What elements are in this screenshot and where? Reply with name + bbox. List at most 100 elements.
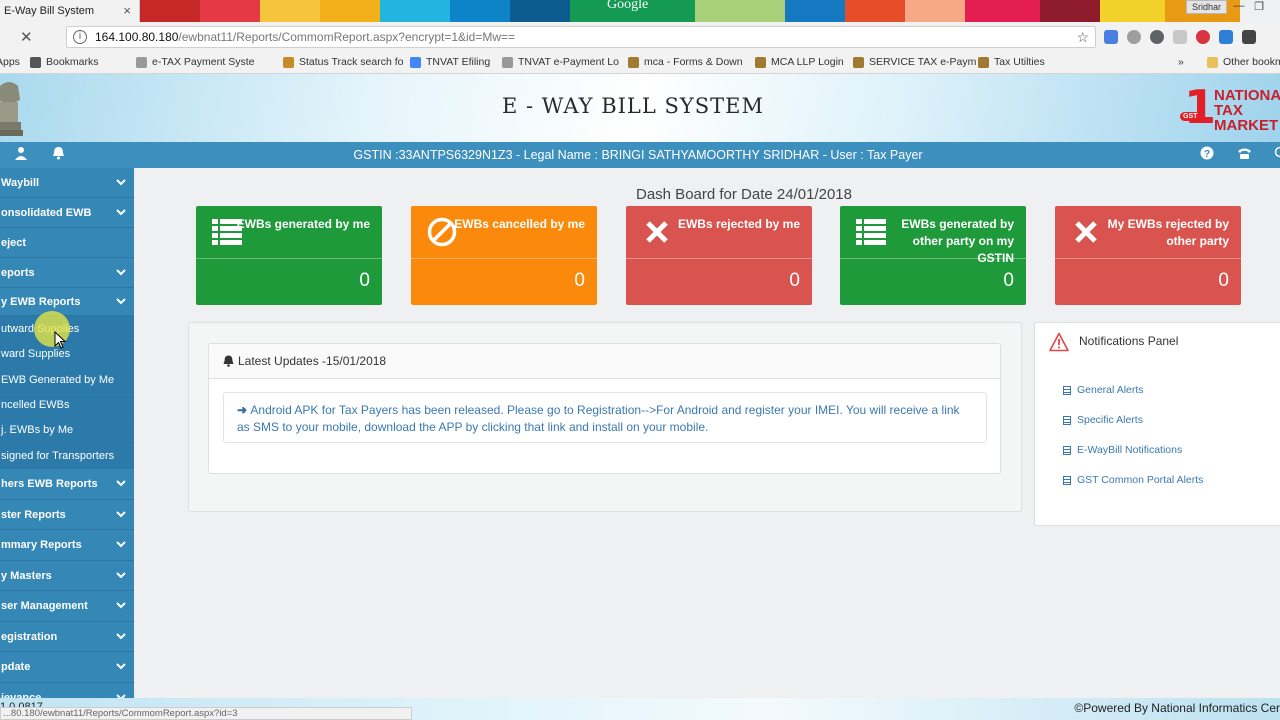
brand-word-3: MARKET <box>1214 117 1279 134</box>
bookmark-item[interactable]: Apps <box>0 56 20 68</box>
sidebar-item[interactable]: EWB Generated by Me <box>0 367 134 393</box>
emblem-icon <box>628 56 639 68</box>
bookmark-item[interactable]: TNVAT e-Payment Lo <box>502 56 619 68</box>
update-item[interactable]: ➜ Android APK for Tax Payers has been re… <box>223 392 987 443</box>
star-icon <box>30 56 41 68</box>
sidebar-item[interactable]: ster Reports <box>0 500 134 530</box>
summary-card[interactable]: My EWBs rejected by other party 0 <box>1055 206 1241 305</box>
bookmark-label: SERVICE TAX e-Paym <box>869 56 977 68</box>
chevron-down-icon <box>116 571 126 581</box>
phone-icon[interactable] <box>1237 146 1252 163</box>
brand-gst-badge: GST <box>1180 112 1201 121</box>
summary-card[interactable]: EWBs rejected by me 0 <box>626 206 812 305</box>
extension-icons <box>1104 30 1256 44</box>
system-title: E - WAY BILL SYSTEM <box>502 94 764 118</box>
site-info-icon[interactable]: i <box>73 30 87 44</box>
bookmark-item[interactable]: e-TAX Payment Syste <box>136 56 255 68</box>
card-count: 0 <box>359 270 370 291</box>
sidebar-item[interactable]: Waybill <box>0 168 134 198</box>
sidebar-item[interactable]: ser Management <box>0 591 134 622</box>
mouse-pointer-icon <box>54 330 67 349</box>
card-label: EWBs rejected by me <box>677 217 800 231</box>
bookmark-item[interactable]: Tax Utilties <box>978 56 1045 68</box>
bookmarks-bar: Apps Bookmarks e-TAX Payment Syste Status T… <box>0 52 1280 74</box>
chevron-down-icon <box>116 632 126 642</box>
list-doc-icon <box>1063 415 1071 425</box>
notification-link[interactable]: E-WayBill Notifications <box>1063 444 1182 456</box>
sidebar-item-label: signed for Transporters <box>1 449 115 462</box>
user-info-bar: GSTIN :33ANTPS6329N1Z3 - Legal Name : BR… <box>0 142 1280 168</box>
active-browser-tab[interactable]: E-Way Bill System × <box>0 0 140 22</box>
sidebar-item[interactable]: y Masters <box>0 561 134 591</box>
chevron-down-icon <box>116 601 126 611</box>
google-logo: Google <box>607 0 649 12</box>
latest-updates-title: Latest Updates -15/01/2018 <box>238 354 387 368</box>
help-icon[interactable]: ? <box>1200 146 1214 163</box>
card-label: EWBs generated by me <box>236 217 370 231</box>
summary-card[interactable]: EWBs cancelled by me 0 <box>411 206 597 305</box>
restore-icon[interactable]: ❐ <box>1252 0 1266 13</box>
list-doc-icon <box>1063 385 1071 395</box>
bookmark-item[interactable]: Status Track search fo <box>283 56 403 68</box>
browser-profile-button[interactable]: Sridhar <box>1186 0 1228 14</box>
sidebar-item[interactable]: eports <box>0 258 134 288</box>
extension-check-icon[interactable] <box>1104 30 1118 44</box>
summary-card[interactable]: EWBs generated by me 0 <box>196 206 382 305</box>
notification-link-label: Specific Alerts <box>1077 414 1143 426</box>
card-count: 0 <box>1218 270 1229 291</box>
reload-icon[interactable]: ✕ <box>20 28 42 46</box>
sidebar-item[interactable]: ncelled EWBs <box>0 393 134 418</box>
notification-link[interactable]: Specific Alerts <box>1063 414 1143 426</box>
bookmark-label: » <box>1178 56 1184 68</box>
sidebar-item[interactable]: eject <box>0 228 134 258</box>
sidebar-item[interactable]: egistration <box>0 622 134 652</box>
extension-chrome-icon[interactable] <box>1150 30 1164 44</box>
summary-card[interactable]: EWBs generated by other party on my GSTI… <box>840 206 1026 305</box>
sidebar-item-label: ward Supplies <box>1 348 71 360</box>
sidebar-item[interactable]: j. EWBs by Me <box>0 418 134 443</box>
notification-link[interactable]: General Alerts <box>1063 384 1144 396</box>
bookmark-item[interactable]: SERVICE TAX e-Paym <box>853 56 976 68</box>
sidebar-item[interactable]: ward Supplies <box>0 342 134 367</box>
extension-square-icon[interactable] <box>1242 30 1256 44</box>
sidebar-item[interactable]: hers EWB Reports <box>0 469 134 500</box>
bookmark-star-icon[interactable]: ☆ <box>1076 29 1089 46</box>
bookmark-label: Tax Utilties <box>994 56 1045 68</box>
latest-updates-header: Latest Updates -15/01/2018 <box>209 344 1000 379</box>
sidebar-item-label: EWB Generated by Me <box>1 373 115 386</box>
search-icon[interactable] <box>1274 146 1280 163</box>
bookmark-label: TNVAT e-Payment Lo <box>518 56 619 68</box>
address-bar[interactable]: i 164.100.80.180/ewbnat11/Reports/Commom… <box>66 26 1096 48</box>
sidebar-item[interactable]: pdate <box>0 652 134 683</box>
bookmark-item[interactable]: » <box>1178 56 1184 68</box>
sidebar-item-label: hers EWB Reports <box>1 478 98 490</box>
card-count: 0 <box>574 270 585 291</box>
sidebar-item[interactable]: ievance <box>0 683 134 698</box>
sidebar-item[interactable]: onsolidated EWB <box>0 198 134 228</box>
card-count: 0 <box>1003 270 1014 291</box>
notification-link-label: GST Common Portal Alerts <box>1077 474 1204 486</box>
powered-by-label: Powered By National Informatics Cer <box>1083 701 1280 715</box>
minimize-icon[interactable]: — <box>1232 0 1246 13</box>
bookmark-item[interactable]: mca - Forms & Down <box>628 56 743 68</box>
sidebar-item[interactable]: mmary Reports <box>0 530 134 561</box>
bookmark-item[interactable]: MCA LLP Login <box>755 56 844 68</box>
sidebar-item[interactable]: signed for Transporters <box>0 443 134 469</box>
extension-pinterest-icon[interactable] <box>1196 30 1210 44</box>
notification-link[interactable]: GST Common Portal Alerts <box>1063 474 1203 486</box>
bookmark-item[interactable]: Bookmarks <box>30 56 99 68</box>
extension-arrow-icon[interactable] <box>1219 30 1233 44</box>
sidebar-item-label: y Masters <box>1 569 52 582</box>
page-icon <box>136 56 147 68</box>
bookmark-item[interactable]: Other bookm <box>1207 56 1280 68</box>
bookmark-label: MCA LLP Login <box>771 56 844 68</box>
card-divider <box>840 258 1026 259</box>
extension-cloud-icon[interactable] <box>1127 30 1141 44</box>
tab-close-icon[interactable]: × <box>123 3 131 18</box>
extension-doc-icon[interactable] <box>1173 30 1187 44</box>
sidebar-item[interactable]: y EWB Reports <box>0 288 134 316</box>
bookmark-item[interactable]: TNVAT Efiling <box>410 56 490 68</box>
card-divider <box>1055 258 1241 259</box>
bookmark-label: Bookmarks <box>46 56 99 68</box>
card-label: EWBs cancelled by me <box>454 217 585 231</box>
